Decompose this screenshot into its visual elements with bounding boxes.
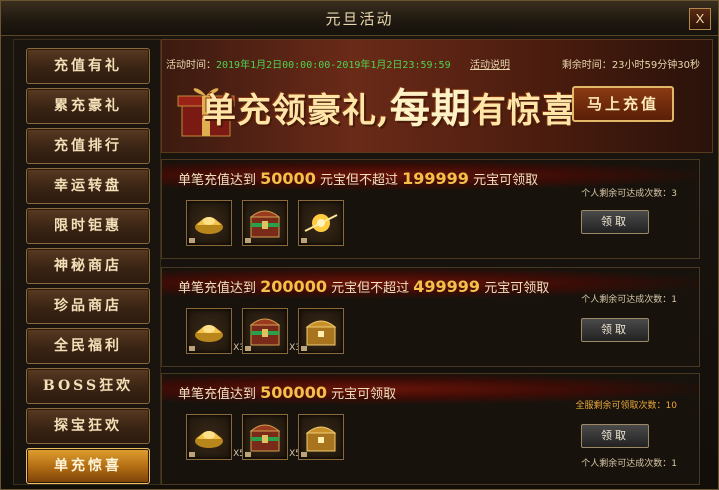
activity-rules-link[interactable]: 活动说明: [470, 56, 510, 71]
sidebar-item-lucky-wheel[interactable]: 幸运转盘: [26, 168, 150, 204]
sidebar-item-single-recharge-surprise[interactable]: 单充惊喜: [26, 448, 150, 484]
reward-card-tier-2: 单笔充值达到 200000 元宝但不超过 499999 元宝可领取 个人剩余可达…: [161, 267, 700, 367]
claim-button[interactable]: 领取: [581, 424, 649, 448]
condition-middle: 元宝可领取: [331, 387, 397, 402]
activity-window: 元旦活动 X 充值有礼 累充豪礼 充值排行 幸运转盘 限时钜惠 神秘商店 珍品商…: [0, 0, 719, 490]
reward-card-tier-3: 单笔充值达到 500000 元宝可领取 全服剩余可领取次数：10 领取 个人剩余…: [161, 373, 700, 485]
personal-remaining-count: 个人剩余可达成次数：1: [581, 459, 677, 469]
condition-prefix: 单笔充值达到: [178, 173, 257, 188]
banner-slogan: 单充领豪礼,每期有惊喜: [202, 76, 577, 134]
sidebar-item-treasure-hunt-carnival[interactable]: 探宝狂欢: [26, 408, 150, 444]
sidebar-item-boss-carnival[interactable]: BOSS狂欢: [26, 368, 150, 404]
condition-prefix: 单笔充值达到: [178, 387, 257, 402]
condition-amount-min: 500000: [260, 383, 327, 402]
close-button[interactable]: X: [689, 8, 711, 30]
remaining-time-value: 23小时59分钟30秒: [611, 60, 700, 71]
sidebar-item-public-welfare[interactable]: 全民福利: [26, 328, 150, 364]
title-bar: 元旦活动 X: [1, 1, 718, 36]
lock-icon: [189, 452, 195, 457]
reward-item-slot[interactable]: [242, 200, 288, 246]
reward-item-slot[interactable]: X3: [186, 308, 245, 354]
slogan-part-2: 每期: [389, 85, 472, 132]
reward-item-slot[interactable]: X3: [242, 308, 301, 354]
condition-suffix: 元宝可领取: [473, 173, 539, 188]
lock-icon: [301, 452, 307, 457]
reward-item-slot[interactable]: X5: [242, 414, 301, 460]
sidebar-item-cumulative-recharge[interactable]: 累充豪礼: [26, 88, 150, 124]
slogan-part-3: 有惊喜: [471, 91, 577, 131]
reward-item-slot[interactable]: [298, 200, 344, 246]
card-condition: 单笔充值达到 200000 元宝但不超过 499999 元宝可领取: [178, 277, 549, 296]
condition-amount-min: 50000: [260, 169, 316, 188]
condition-suffix: 元宝可领取: [484, 281, 550, 296]
condition-middle: 元宝但不超过: [331, 281, 410, 296]
activity-time-value: 2019年1月2日00:00:00-2019年1月2日23:59:59: [216, 60, 451, 71]
condition-middle: 元宝但不超过: [319, 173, 398, 188]
lock-icon: [245, 346, 251, 351]
personal-remaining-count: 个人剩余可达成次数：3: [581, 189, 677, 199]
sidebar-item-limited-offer[interactable]: 限时钜惠: [26, 208, 150, 244]
card-condition: 单笔充值达到 500000 元宝可领取: [178, 383, 396, 402]
remaining-time-label: 剩余时间：: [561, 60, 612, 71]
recharge-now-button[interactable]: 马上充值: [572, 86, 674, 122]
activity-time: 活动时间：2019年1月2日00:00:00-2019年1月2日23:59:59: [166, 56, 451, 71]
sidebar-item-mystery-shop[interactable]: 神秘商店: [26, 248, 150, 284]
condition-prefix: 单笔充值达到: [178, 281, 257, 296]
claim-button[interactable]: 领取: [581, 210, 649, 234]
condition-amount-max: 499999: [413, 277, 481, 296]
activity-time-label: 活动时间：: [166, 60, 216, 71]
claim-button[interactable]: 领取: [581, 318, 649, 342]
card-condition: 单笔充值达到 50000 元宝但不超过 199999 元宝可领取: [178, 169, 538, 188]
activity-banner: 活动时间：2019年1月2日00:00:00-2019年1月2日23:59:59…: [161, 39, 713, 153]
lock-icon: [189, 346, 195, 351]
lock-icon: [245, 238, 251, 243]
lock-icon: [245, 452, 251, 457]
sidebar: 充值有礼 累充豪礼 充值排行 幸运转盘 限时钜惠 神秘商店 珍品商店 全民福利 …: [13, 39, 161, 485]
condition-amount-min: 200000: [260, 277, 327, 296]
reward-card-tier-1: 单笔充值达到 50000 元宝但不超过 199999 元宝可领取 个人剩余可达成…: [161, 159, 700, 259]
sidebar-item-treasure-shop[interactable]: 珍品商店: [26, 288, 150, 324]
sidebar-item-recharge-gift[interactable]: 充值有礼: [26, 48, 150, 84]
sidebar-item-recharge-ranking[interactable]: 充值排行: [26, 128, 150, 164]
lock-icon: [189, 238, 195, 243]
reward-item-slot[interactable]: [186, 200, 232, 246]
reward-item-slot[interactable]: X5: [186, 414, 245, 460]
window-title: 元旦活动: [325, 10, 394, 28]
lock-icon: [301, 346, 307, 351]
slogan-part-1: 单充领豪礼,: [202, 91, 390, 131]
reward-item-slot[interactable]: [298, 308, 344, 354]
lock-icon: [301, 238, 307, 243]
reward-item-slot[interactable]: [298, 414, 344, 460]
personal-remaining-count: 个人剩余可达成次数：1: [581, 295, 677, 305]
remaining-time: 剩余时间：23小时59分钟30秒: [562, 56, 700, 71]
server-remaining-count: 全服剩余可领取次数：10: [575, 401, 677, 411]
condition-amount-max: 199999: [402, 169, 469, 188]
